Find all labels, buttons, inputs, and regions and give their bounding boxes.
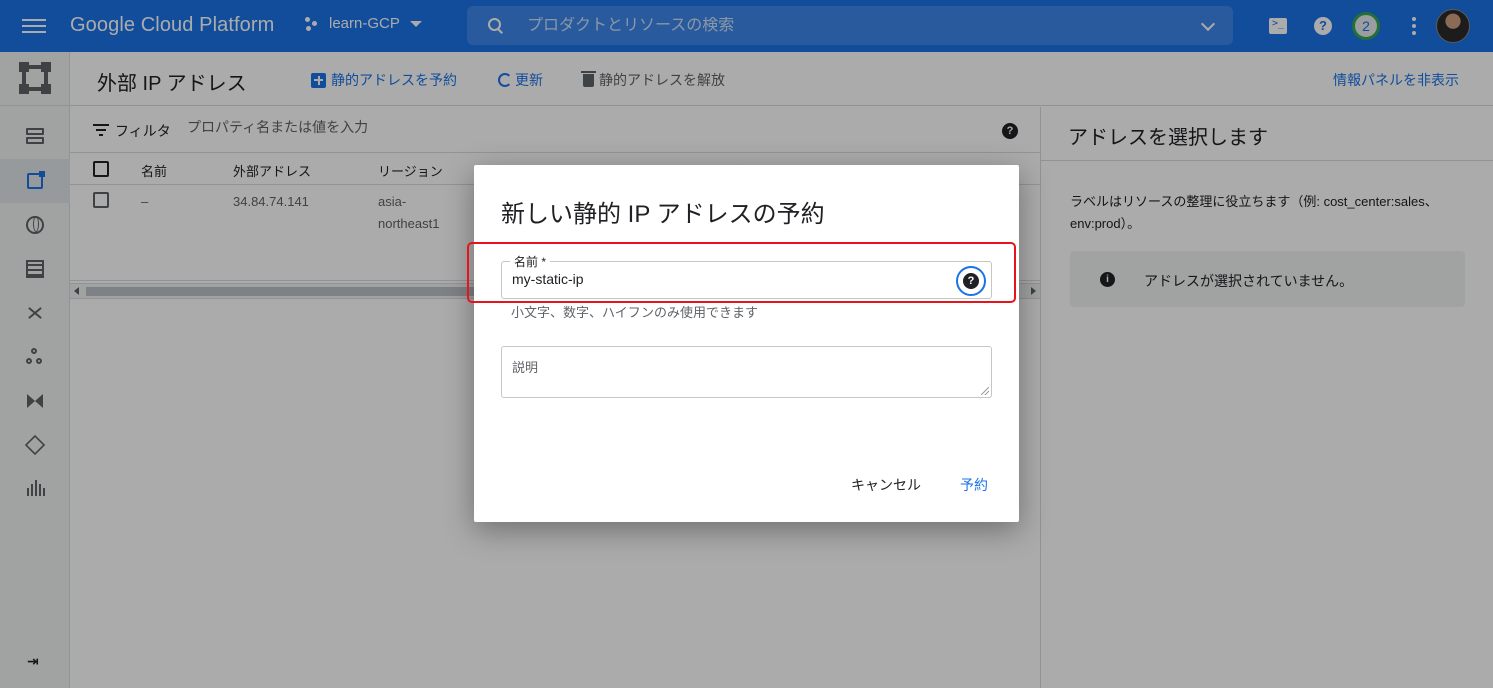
name-field-label: 名前 * <box>510 253 551 270</box>
name-help-button[interactable]: ? <box>956 266 986 296</box>
reserve-ip-dialog: 新しい静的 IP アドレスの予約 名前 * ? 小文字、数字、ハイフンのみ使用で… <box>467 165 1019 522</box>
name-hint: 小文字、数字、ハイフンのみ使用できます <box>511 305 759 320</box>
resize-handle-icon[interactable] <box>981 387 989 395</box>
cancel-button[interactable]: キャンセル <box>851 475 921 495</box>
description-field[interactable] <box>501 346 992 398</box>
name-field[interactable]: 名前 * ? <box>501 253 992 299</box>
help-icon: ? <box>963 273 979 289</box>
dialog-title: 新しい静的 IP アドレスの予約 <box>501 201 825 228</box>
name-input[interactable] <box>512 271 932 287</box>
reserve-button[interactable]: 予約 <box>960 475 988 495</box>
description-textarea[interactable] <box>502 347 991 397</box>
